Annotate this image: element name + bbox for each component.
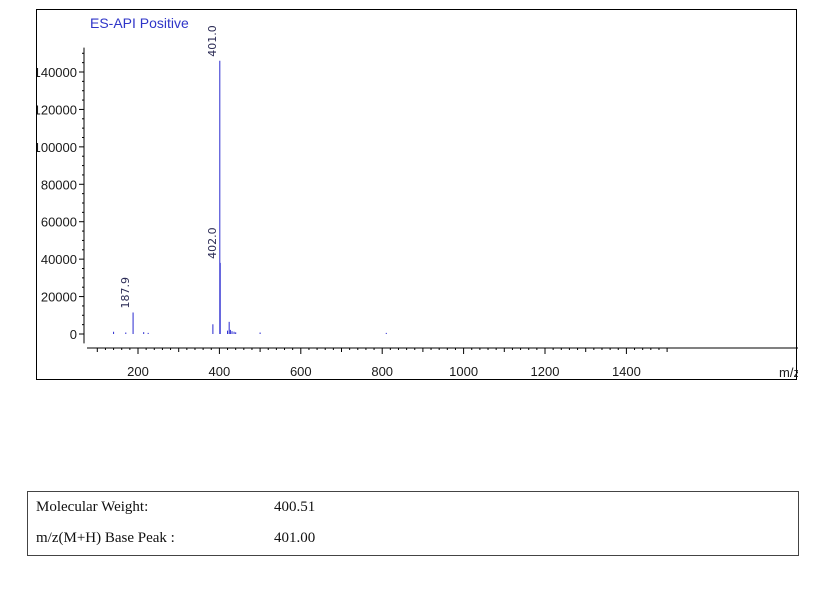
y-tick-label: 40000 [41, 252, 77, 267]
chart-title: ES-API Positive [90, 15, 189, 31]
molecular-weight-label: Molecular Weight: [36, 499, 149, 515]
peak-label: 187.9 [119, 277, 132, 309]
y-tick-label: 20000 [41, 290, 77, 305]
peak-label: 401.0 [206, 25, 219, 57]
x-tick-label: 400 [209, 364, 231, 379]
base-peak-label: m/z(M+H) Base Peak : [36, 530, 175, 546]
base-peak-row: m/z(M+H) Base Peak : 401.00 [36, 530, 790, 550]
molecular-weight-value: 400.51 [274, 499, 316, 515]
y-axis: 0 20000 40000 60000 80000 100000 120000 140000 [37, 47, 85, 344]
peak-annotations: 187.9 401.0 402.0 [119, 25, 219, 308]
x-tick-label: 1400 [612, 364, 641, 379]
y-tick-label: 120000 [37, 102, 77, 117]
base-peak-value: 401.00 [274, 530, 316, 546]
x-tick-label: 200 [127, 364, 149, 379]
molecular-weight-row: Molecular Weight: 400.51 [36, 499, 790, 519]
y-tick-label: 140000 [37, 65, 77, 80]
y-tick-label: 60000 [41, 215, 77, 230]
spectrum-peaks [113, 60, 387, 334]
compound-info-table: Molecular Weight: 400.51 m/z(M+H) Base P… [27, 491, 799, 556]
y-tick-label: 100000 [37, 140, 77, 155]
peak-label: 402.0 [206, 227, 219, 259]
mass-spectrum-chart: ES-API Positive 0 20000 40000 60000 80000 100… [36, 9, 798, 380]
x-tick-label: 600 [290, 364, 312, 379]
spectrum-svg: ES-API Positive 0 20000 40000 60000 80000 100… [37, 15, 798, 380]
x-tick-label: 800 [371, 364, 393, 379]
x-axis-title: m/z [779, 365, 798, 380]
x-axis: 200 400 600 800 1000 1200 1400 m/z [87, 347, 798, 380]
y-tick-label: 80000 [41, 177, 77, 192]
x-tick-label: 1000 [449, 364, 478, 379]
y-tick-label: 0 [70, 327, 77, 342]
x-tick-label: 1200 [531, 364, 560, 379]
